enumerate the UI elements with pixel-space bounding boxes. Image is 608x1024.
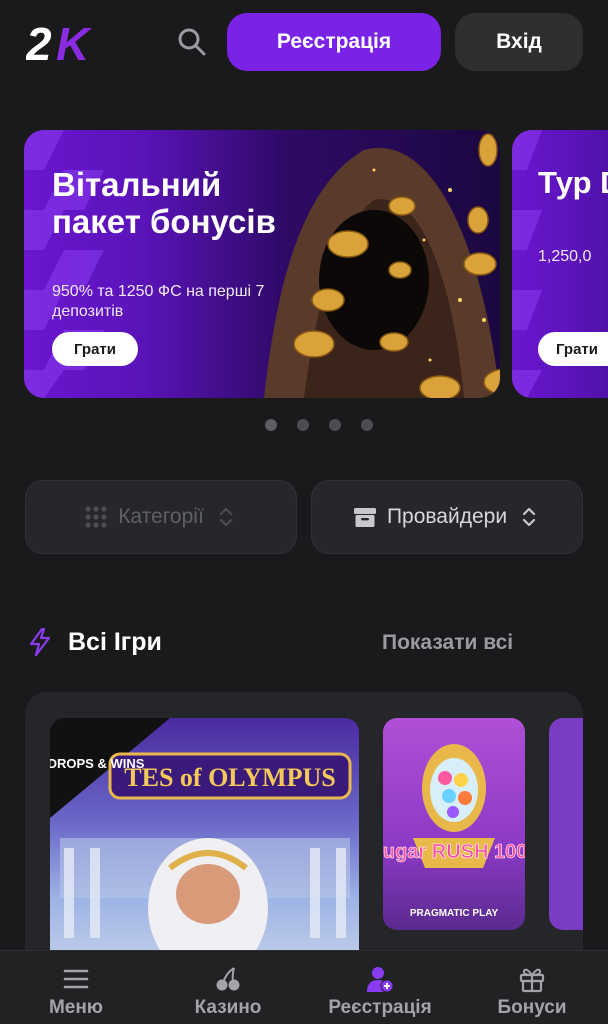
chevron-updown-icon <box>219 507 232 527</box>
game-title-art: TES of OLYMPUS <box>124 763 335 792</box>
svg-text:2: 2 <box>26 20 52 66</box>
lightning-icon <box>29 628 51 656</box>
banner-title: Тур Dro <box>538 165 608 200</box>
gift-icon <box>519 968 545 993</box>
game-thumbnail: TES of OLYMPUS DROPS & WINS <box>50 718 352 978</box>
promo-banner-tournament[interactable]: Тур Dro 1,250,0 Грати <box>512 130 608 398</box>
menu-icon <box>63 969 89 989</box>
nav-register[interactable]: Реєстрація <box>314 951 446 1024</box>
banner-title: Вітальний пакет бонусів <box>52 166 276 240</box>
nav-label: Меню <box>48 997 104 1018</box>
logo[interactable]: 2 K <box>26 20 112 66</box>
game-card[interactable] <box>549 718 583 930</box>
chevron-updown-icon <box>522 507 536 527</box>
nav-menu[interactable]: Меню <box>42 951 110 1024</box>
game-provider: PRAGMATIC PLAY <box>409 908 499 919</box>
nav-label: Бонуси <box>497 997 567 1018</box>
header: 2 K Реєстрація Вхід <box>0 0 608 88</box>
game-thumbnail: Sugar RUSH 1000 <box>383 744 525 868</box>
providers-filter[interactable]: Провайдери <box>311 480 583 554</box>
nav-label: Реєстрація <box>328 997 432 1018</box>
banner-subtitle: 950% та 1250 ФС на перші 7 депозитів <box>52 283 265 320</box>
carousel-dot[interactable] <box>297 419 309 431</box>
login-button[interactable]: Вхід <box>455 13 583 71</box>
show-all-link[interactable]: Показати всі <box>382 631 513 655</box>
promo-banner-welcome[interactable]: Вітальний пакет бонусів 950% та 1250 ФС … <box>24 130 500 398</box>
providers-label: Провайдери <box>386 505 508 528</box>
carousel-dot[interactable] <box>361 419 373 431</box>
carousel-dot[interactable] <box>265 419 277 431</box>
categories-label: Категорії <box>118 505 204 528</box>
search-icon[interactable] <box>176 26 208 58</box>
game-card[interactable]: TES of OLYMPUS DROPS & WINS <box>50 718 359 978</box>
carousel-dots <box>265 419 373 431</box>
nav-label: Казино <box>194 997 262 1018</box>
grid-icon <box>85 506 107 528</box>
banner-play-button[interactable]: Грати <box>538 332 608 366</box>
game-title-art: Sugar RUSH 1000 <box>383 841 525 863</box>
nav-casino[interactable]: Казино <box>185 951 271 1024</box>
bottom-nav: Меню Казино Реєстрація Бонуси <box>0 950 608 1024</box>
carousel-dot[interactable] <box>329 419 341 431</box>
section-title: Всі Ігри <box>68 628 162 656</box>
nav-bonuses[interactable]: Бонуси <box>490 951 574 1024</box>
game-card[interactable]: Sugar RUSH 1000 PRAGMATIC PLAY <box>383 718 525 930</box>
banner-subtitle: 1,250,0 <box>538 248 592 265</box>
banner-play-button[interactable]: Грати <box>52 332 138 366</box>
svg-text:K: K <box>56 20 92 66</box>
archive-icon <box>353 508 376 527</box>
games-carousel: TES of OLYMPUS DROPS & WINS Sugar RUSH 1… <box>25 692 583 992</box>
register-button[interactable]: Реєстрація <box>227 13 441 71</box>
add-user-icon <box>367 967 394 993</box>
categories-filter[interactable]: Категорії <box>25 480 297 554</box>
cherries-icon <box>216 967 240 991</box>
drops-wins-badge: DROPS & WINS <box>50 756 145 771</box>
